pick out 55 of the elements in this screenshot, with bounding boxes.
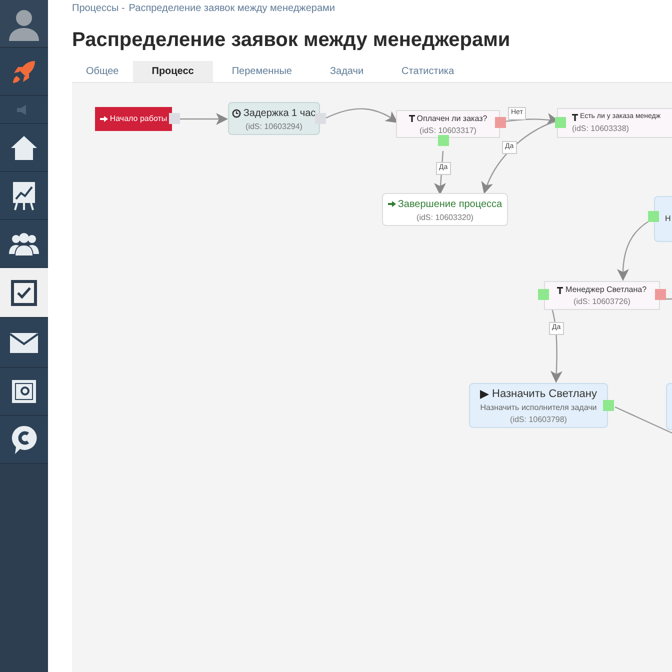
tab[interactable]: Процесс — [132, 61, 213, 82]
condition-node[interactable]: Оплачен ли заказ? (idS: 10603317) — [396, 110, 500, 138]
chart-board-icon — [12, 180, 36, 210]
sidebar-item[interactable] — [0, 220, 48, 268]
end-node[interactable]: Завершение процесса (idS: 10603320) — [382, 193, 508, 226]
filter-icon — [408, 115, 415, 122]
breadcrumb-current: Распределение заявок между менеджерами — [128, 2, 335, 14]
safe-icon — [11, 378, 37, 404]
action-node[interactable]: Назначить Светлану Назначить исполнителя задачи (idS: 10603798) — [469, 383, 608, 428]
play-icon — [480, 390, 490, 398]
sidebar-item[interactable] — [0, 416, 48, 464]
delay-node[interactable]: Задержка 1 час (idS: 10603294) — [228, 102, 320, 135]
node-subtitle: Назначить исполнителя задачи — [480, 402, 597, 414]
node-title: Н — [665, 213, 671, 225]
node-title: Задержка 1 час — [243, 106, 316, 120]
tab[interactable]: Общее — [72, 61, 133, 82]
rocket-icon — [11, 58, 37, 84]
tab[interactable]: Статистика — [382, 61, 474, 82]
filter-icon — [572, 114, 578, 121]
envelope-icon — [10, 332, 38, 352]
sidebar-item[interactable] — [0, 172, 48, 220]
node-title: Назначить Светлану — [492, 386, 597, 402]
sidebar-item[interactable] — [0, 0, 48, 48]
clock-icon — [232, 108, 242, 118]
node-title: Оплачен ли заказ? — [416, 112, 488, 124]
action-node[interactable]: Н — [654, 196, 672, 242]
connector-arrow — [434, 150, 446, 195]
tab[interactable]: Переменные — [212, 61, 311, 82]
sidebar-item[interactable] — [0, 124, 48, 172]
exit-arrow-icon — [100, 115, 108, 123]
home-icon — [10, 134, 38, 160]
node-id: (idS: 10603798) — [510, 414, 567, 426]
people-icon — [9, 232, 39, 256]
sidebar-item[interactable] — [0, 318, 48, 368]
chat-logo-icon — [11, 424, 37, 454]
node-id: (idS: 10603294) — [246, 120, 302, 132]
node-id: (idS: 10603320) — [416, 212, 474, 222]
tab[interactable]: Задачи — [310, 61, 383, 82]
connector-line — [614, 406, 672, 434]
breadcrumb-link[interactable]: Процессы - — [72, 1, 125, 14]
node-id: (idS: 10603726) — [574, 296, 630, 307]
node-title: Менеджер Светлана? — [565, 284, 647, 296]
filter-icon — [557, 286, 564, 294]
node-title: Начало работы — [110, 113, 168, 125]
node-title: Завершение процесса — [398, 198, 502, 212]
node-id: (idS: 10603338) — [572, 122, 629, 134]
page-title: Распределение заявок между менеджерами — [72, 28, 512, 52]
connector-arrow — [179, 113, 228, 125]
sidebar-item[interactable] — [0, 368, 48, 416]
checkbox-icon — [11, 280, 37, 306]
sidebar-item[interactable] — [0, 268, 48, 318]
exit-arrow-icon — [388, 200, 396, 208]
start-node[interactable]: Начало работы — [95, 107, 172, 131]
node-id: (idS: 10603317) — [420, 124, 476, 136]
condition-node[interactable]: Менеджер Светлана? (idS: 10603726) — [544, 281, 660, 310]
